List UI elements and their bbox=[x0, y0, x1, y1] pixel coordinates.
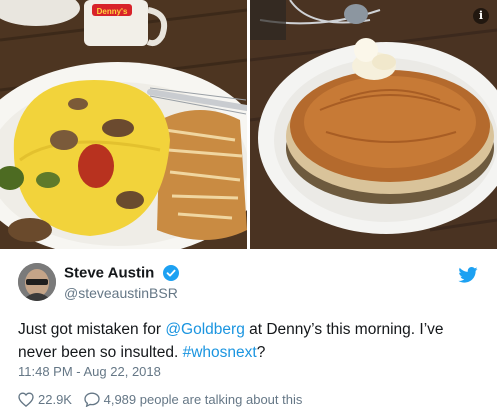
tweet-actions: 22.9K 4,989 people are talking about thi… bbox=[18, 391, 302, 409]
tweet-timestamp[interactable]: 11:48 PM - Aug 22, 2018 bbox=[18, 364, 161, 379]
tweet-text-part: Just got mistaken for bbox=[18, 321, 166, 338]
omelette-photo[interactable]: Denny's bbox=[0, 0, 247, 249]
talking-count: 4,989 people are talking about this bbox=[103, 392, 303, 408]
like-button[interactable]: 22.9K bbox=[18, 392, 72, 408]
verified-badge-icon bbox=[162, 264, 179, 281]
pancake-photo[interactable]: i bbox=[250, 0, 497, 249]
like-count: 22.9K bbox=[38, 392, 72, 408]
hashtag-link[interactable]: #whosnext bbox=[183, 344, 257, 361]
info-icon[interactable]: i bbox=[473, 8, 489, 24]
mention-link[interactable]: @Goldberg bbox=[165, 321, 245, 338]
tweet-author[interactable]: Steve Austin @steveaustinBSR bbox=[18, 263, 478, 303]
speech-bubble-icon bbox=[83, 392, 100, 408]
avatar[interactable] bbox=[18, 263, 56, 301]
tweet-text: Just got mistaken for @Goldberg at Denny… bbox=[18, 318, 480, 364]
author-handle[interactable]: @steveaustinBSR bbox=[64, 285, 178, 301]
twitter-bird-icon[interactable] bbox=[458, 267, 478, 283]
heart-icon bbox=[18, 392, 34, 408]
tweet-text-part: ? bbox=[256, 344, 266, 361]
author-name[interactable]: Steve Austin bbox=[64, 264, 154, 281]
tweet-media[interactable]: Denny's i bbox=[0, 0, 497, 249]
mug-logo-text: Denny's bbox=[97, 7, 128, 16]
talking-link[interactable]: 4,989 people are talking about this bbox=[83, 392, 303, 408]
